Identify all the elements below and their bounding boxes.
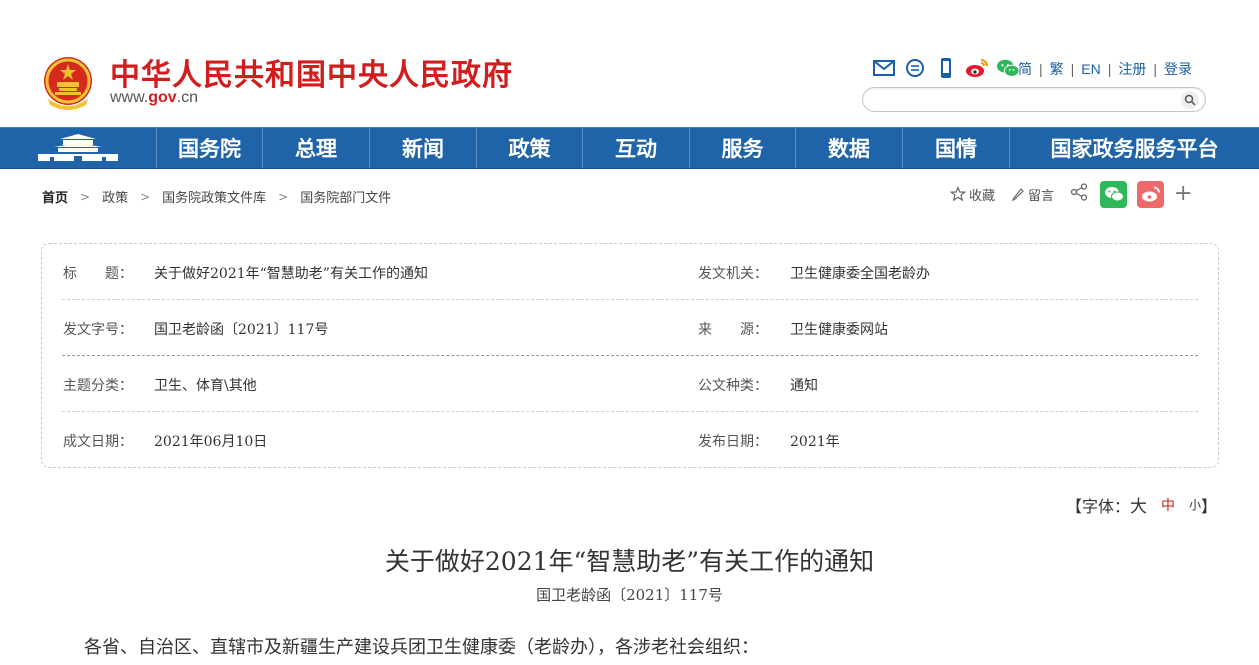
docno-value: 国卫老龄函〔2021〕117号: [154, 322, 329, 338]
info-row: 发文字号： 国卫老龄函〔2021〕117号 来 源： 卫生健康委网站: [62, 300, 1198, 356]
chevron-right-icon: >: [80, 189, 91, 204]
article-title: 关于做好2021年“智慧助老”有关工作的通知: [384, 547, 875, 576]
favorite-label: 收藏: [969, 188, 996, 204]
share-icon[interactable]: [1070, 183, 1088, 205]
tiananmen-icon: [38, 134, 118, 161]
weibo-icon[interactable]: [965, 57, 989, 79]
nav-item-data[interactable]: 数据: [796, 128, 903, 168]
doctype-value: 通知: [790, 378, 818, 394]
breadcrumb-home[interactable]: 首页: [42, 187, 68, 206]
date-value: 2021年06月10日: [154, 434, 268, 450]
site-title[interactable]: 中华人民共和国中央人民政府: [110, 50, 513, 94]
search-box: [862, 87, 1206, 112]
more-share-button[interactable]: +: [1174, 183, 1192, 205]
divider: |: [1107, 61, 1112, 77]
mobile-icon[interactable]: [934, 57, 958, 79]
domain-suffix: .cn: [176, 89, 199, 106]
issuer-value: 卫生健康委全国老龄办: [790, 266, 930, 282]
nav-item-service-platform[interactable]: 国家政务服务平台: [1010, 128, 1259, 168]
domain-prefix: www.: [110, 89, 149, 106]
chat-icon[interactable]: [903, 57, 927, 79]
language-links: 简 | 繁 | EN | 注册 | 登录: [1018, 59, 1192, 79]
article-first-paragraph: 各省、自治区、直辖市及新疆生产建设兵团卫生健康委（老龄办），各涉老社会组织：: [84, 637, 759, 658]
breadcrumb: 首页 > 政策 > 国务院政策文件库 > 国务院部门文件: [42, 187, 391, 207]
header-tool-icons: [872, 56, 1020, 80]
doctype-label: 公文种类：: [698, 378, 768, 394]
nav-item-service[interactable]: 服务: [690, 128, 796, 168]
main-nav: 国务院 总理 新闻 政策 互动 服务 数据 国情 国家政务服务平台: [0, 127, 1259, 169]
star-icon: [950, 186, 966, 202]
login-link[interactable]: 登录: [1164, 59, 1192, 79]
favorite-button[interactable]: 收藏: [950, 185, 995, 204]
title-label: 标 题：: [63, 266, 133, 282]
pub-date-value: 2021年: [790, 434, 840, 450]
date-label: 成文日期：: [63, 434, 133, 450]
category-label: 主题分类：: [63, 378, 133, 394]
nav-item-interaction[interactable]: 互动: [583, 128, 690, 168]
breadcrumb-dept-documents[interactable]: 国务院部门文件: [300, 187, 391, 206]
document-info-box: 标 题： 关于做好2021年“智慧助老”有关工作的通知 发文机关： 卫生健康委全…: [41, 243, 1219, 468]
chevron-right-icon: >: [140, 189, 151, 204]
nav-item-national-info[interactable]: 国情: [903, 128, 1010, 168]
divider: |: [1070, 61, 1075, 77]
source-label: 来 源：: [698, 322, 768, 338]
pencil-icon: [1011, 188, 1024, 201]
info-row: 标 题： 关于做好2021年“智慧助老”有关工作的通知 发文机关： 卫生健康委全…: [62, 244, 1198, 300]
wechat-icon[interactable]: [996, 57, 1020, 79]
lang-simplified[interactable]: 简: [1018, 59, 1032, 79]
chevron-right-icon: >: [278, 189, 289, 204]
nav-item-premier[interactable]: 总理: [263, 128, 370, 168]
issuer-label: 发文机关：: [698, 266, 768, 282]
comment-label: 留言: [1028, 188, 1055, 204]
national-emblem-icon[interactable]: [40, 55, 96, 111]
lang-traditional[interactable]: 繁: [1050, 59, 1064, 79]
mail-icon[interactable]: [872, 57, 896, 79]
comment-button[interactable]: 留言: [1011, 185, 1054, 204]
search-icon: [1184, 94, 1196, 106]
site-domain: www.gov.cn: [110, 89, 198, 107]
title-value: 关于做好2021年“智慧助老”有关工作的通知: [154, 266, 428, 282]
breadcrumb-policy[interactable]: 政策: [102, 187, 128, 206]
lang-english[interactable]: EN: [1081, 61, 1100, 77]
search-input[interactable]: [875, 91, 1175, 109]
font-size-medium[interactable]: 中: [1161, 495, 1175, 515]
site-header: 中华人民共和国中央人民政府 www.gov.cn 简 | 繁 | EN | 注册…: [0, 0, 1259, 127]
pub-date-label: 发布日期：: [698, 434, 768, 450]
font-size-prefix: 【字体：: [1066, 496, 1131, 516]
docno-label: 发文字号：: [63, 322, 133, 338]
nav-item-state-council[interactable]: 国务院: [157, 128, 263, 168]
register-link[interactable]: 注册: [1118, 59, 1146, 79]
weibo-icon: [1141, 186, 1160, 202]
wechat-icon: [1104, 187, 1124, 202]
divider: |: [1039, 61, 1043, 77]
source-value: 卫生健康委网站: [790, 322, 888, 338]
nav-home[interactable]: [0, 128, 157, 168]
info-row: 成文日期： 2021年06月10日 发布日期： 2021年: [62, 412, 1198, 468]
nav-item-news[interactable]: 新闻: [370, 128, 477, 168]
search-button[interactable]: [1181, 91, 1199, 109]
nav-item-policy[interactable]: 政策: [477, 128, 583, 168]
font-size-suffix: 】: [1201, 496, 1218, 516]
domain-main: gov: [148, 89, 177, 106]
breadcrumb-policy-library[interactable]: 国务院政策文件库: [162, 187, 266, 206]
article-doc-number: 国卫老龄函〔2021〕117号: [536, 586, 723, 604]
share-bar: 收藏 留言 +: [950, 180, 1192, 208]
divider: |: [1153, 61, 1158, 77]
font-size-small[interactable]: 小: [1189, 496, 1201, 513]
share-wechat-button[interactable]: [1100, 180, 1128, 208]
share-weibo-button[interactable]: [1137, 180, 1165, 208]
info-row: 主题分类： 卫生、体育\其他 公文种类： 通知: [62, 356, 1198, 412]
font-size-switcher: 【字体： 大 中 小 】: [1066, 492, 1218, 518]
category-value: 卫生、体育\其他: [154, 378, 257, 394]
font-size-large[interactable]: 大: [1130, 492, 1147, 517]
